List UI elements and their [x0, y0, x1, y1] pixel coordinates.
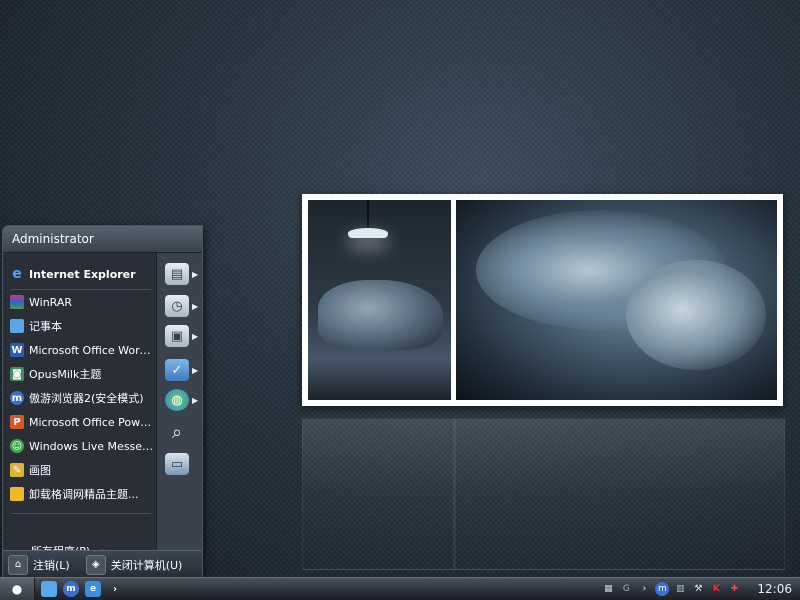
program-internet-explorer[interactable]: e Internet Explorer: [3, 263, 156, 285]
medical-tray-icon[interactable]: ✚: [727, 582, 741, 596]
start-menu: Administrator e Internet Explorer WinRAR…: [2, 225, 203, 579]
submenu-arrow-icon: ▶: [192, 365, 199, 375]
wallpaper-photo-right: [456, 200, 777, 400]
uninstall-icon: [10, 487, 24, 501]
tray-expand-icon[interactable]: ›: [637, 582, 651, 596]
program-maxthon[interactable]: m 傲游浏览器2(安全模式): [3, 387, 156, 409]
places-column: ▤ ▶ ◷ ▶ ▣ ▶ ✓ ▶ ◍ ▶ ⌕ ▭: [156, 253, 202, 551]
program-winrar[interactable]: WinRAR: [3, 291, 156, 313]
places-recent-documents[interactable]: ◷ ▶: [165, 293, 199, 319]
places-network[interactable]: ◍ ▶: [165, 387, 199, 413]
program-uninstall-theme[interactable]: 卸载格调网精品主题...: [3, 483, 156, 505]
shutdown-label: 关闭计算机(U): [110, 558, 183, 572]
places-run[interactable]: ▭: [165, 451, 199, 477]
maxthon-icon: m: [10, 391, 24, 405]
winrar-icon: [10, 295, 24, 309]
places-control-panel[interactable]: ✓ ▶: [165, 357, 199, 383]
quicklaunch-internet-explorer-icon[interactable]: e: [85, 581, 101, 597]
internet-explorer-icon: e: [12, 266, 22, 282]
powerpoint-icon: P: [10, 415, 24, 429]
submenu-arrow-icon: ▶: [192, 331, 199, 341]
paint-icon: ✎: [10, 463, 24, 477]
kaspersky-tray-icon[interactable]: K: [709, 582, 723, 596]
opusmilk-icon: ◙: [10, 367, 24, 381]
submenu-arrow-icon: ▶: [192, 395, 199, 405]
program-messenger[interactable]: ☺ Windows Live Messeng...: [3, 435, 156, 457]
places-search[interactable]: ⌕: [165, 419, 199, 445]
clock[interactable]: 12:06: [757, 582, 792, 596]
program-word[interactable]: W Microsoft Office Word ...: [3, 339, 156, 361]
notepad-icon: [10, 319, 24, 333]
messenger-icon: ☺: [10, 439, 24, 453]
desktop-photo-frame: [302, 194, 783, 406]
my-documents-icon: ▤: [165, 263, 189, 285]
start-menu-footer: ⌂ 注销(L) ◈ 关闭计算机(U): [3, 550, 202, 578]
quicklaunch-expand-icon[interactable]: ›: [107, 581, 123, 597]
program-opusmilk[interactable]: ◙ OpusMilk主题: [3, 363, 156, 385]
tray-text: G: [622, 584, 630, 594]
search-icon: ⌕: [171, 421, 183, 443]
photo-reflection: [302, 418, 785, 570]
logoff-button[interactable]: ⌂ 注销(L): [8, 554, 70, 575]
keyboard-icon[interactable]: ▦: [601, 582, 615, 596]
recent-documents-icon: ◷: [165, 295, 189, 317]
program-powerpoint[interactable]: P Microsoft Office Power...: [3, 411, 156, 433]
submenu-arrow-icon: ▶: [192, 301, 199, 311]
network-icon: ◍: [165, 389, 189, 411]
my-pictures-icon: ▣: [165, 325, 189, 347]
system-tray: ▦ G › m ▥ ⚒ K ✚ 12:06: [601, 578, 800, 600]
program-notepad[interactable]: 记事本: [3, 315, 156, 337]
wallpaper-photo-left: [308, 200, 451, 400]
power-icon: ◈: [85, 554, 106, 575]
start-button[interactable]: ●: [0, 578, 35, 600]
shutdown-button[interactable]: ◈ 关闭计算机(U): [85, 554, 183, 575]
quicklaunch-maxthon-icon[interactable]: m: [63, 581, 79, 597]
control-panel-icon: ✓: [165, 359, 189, 381]
program-list: e Internet Explorer WinRAR 记事本 W Microso…: [3, 253, 156, 558]
tool-tray-icon[interactable]: ⚒: [691, 582, 705, 596]
places-my-documents[interactable]: ▤ ▶: [165, 261, 199, 287]
quicklaunch-notepad-icon[interactable]: [41, 581, 57, 597]
places-my-pictures[interactable]: ▣ ▶: [165, 323, 199, 349]
maxthon-tray-icon[interactable]: m: [655, 582, 670, 596]
run-icon: ▭: [165, 453, 189, 475]
home-icon: ⌂: [8, 554, 28, 575]
word-icon: W: [10, 343, 24, 357]
program-paint[interactable]: ✎ 画图: [3, 459, 156, 481]
network-tray-icon[interactable]: ▥: [673, 582, 687, 596]
user-name: Administrator: [3, 226, 202, 253]
submenu-arrow-icon: ▶: [192, 269, 199, 279]
logoff-label: 注销(L): [33, 558, 70, 572]
taskbar: ● m e › ▦ G › m ▥ ⚒ K ✚ 12:06: [0, 577, 800, 600]
apple-logo-icon: ●: [11, 582, 23, 596]
